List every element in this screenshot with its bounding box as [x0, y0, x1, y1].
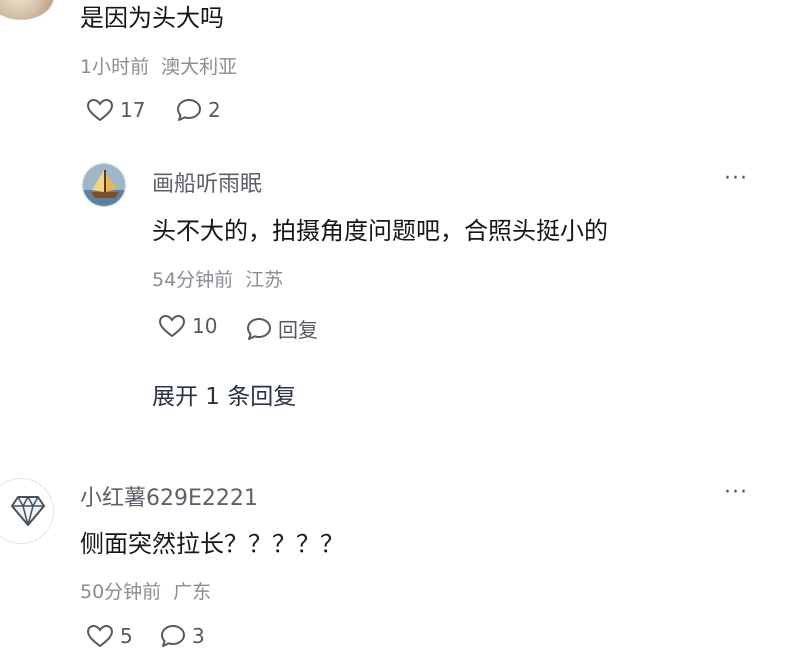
user-avatar[interactable]	[0, 0, 54, 20]
reply-button[interactable]: 回复	[246, 314, 318, 343]
user-avatar[interactable]	[0, 478, 54, 544]
reply-count-button[interactable]: 2	[176, 98, 221, 122]
comment-time: 50分钟前	[80, 581, 162, 603]
comment-username[interactable]: 小红薯629E2221	[80, 480, 258, 512]
reply-like-button[interactable]: 10	[158, 314, 217, 338]
heart-outline-icon	[86, 624, 114, 648]
reply-username[interactable]: 画船听雨眠	[152, 166, 262, 198]
speech-bubble-icon	[177, 99, 201, 121]
like-button[interactable]: 17	[86, 98, 145, 122]
reply-location: 江苏	[245, 269, 284, 291]
like-count: 17	[120, 98, 146, 122]
comment-time: 1小时前	[80, 56, 150, 78]
comment-meta: 1小时前 澳大利亚	[80, 52, 237, 79]
expand-replies-link[interactable]: 展开 1 条回复	[152, 377, 296, 411]
comment-meta: 50分钟前 广东	[80, 577, 211, 604]
reply-meta: 54分钟前 江苏	[152, 265, 283, 292]
heart-outline-icon	[158, 314, 186, 338]
comment-text: 侧面突然拉长？？？？？	[80, 530, 344, 558]
heart-outline-icon	[86, 98, 114, 122]
comment-location: 广东	[173, 581, 212, 603]
reply-like-count: 10	[192, 314, 218, 338]
boat-avatar-image	[83, 164, 125, 206]
reply-count-button[interactable]: 3	[160, 624, 205, 648]
like-count: 5	[120, 624, 133, 648]
reply-label: 回复	[278, 318, 318, 342]
more-dots-icon[interactable]: ···	[724, 166, 748, 191]
reply-user-avatar[interactable]	[82, 163, 126, 207]
comment-location: 澳大利亚	[161, 56, 238, 78]
comment-text: 是因为头大吗	[80, 4, 224, 32]
reply-time: 54分钟前	[152, 269, 234, 291]
more-dots-icon[interactable]: ···	[724, 480, 748, 505]
speech-bubble-icon	[247, 317, 271, 340]
reply-count: 3	[192, 624, 205, 648]
like-button[interactable]: 5	[86, 624, 133, 648]
diamond-icon	[11, 496, 45, 526]
speech-bubble-icon	[161, 625, 185, 647]
reply-text: 头不大的，拍摄角度问题吧，合照头挺小的	[152, 217, 608, 245]
reply-count: 2	[208, 98, 221, 122]
